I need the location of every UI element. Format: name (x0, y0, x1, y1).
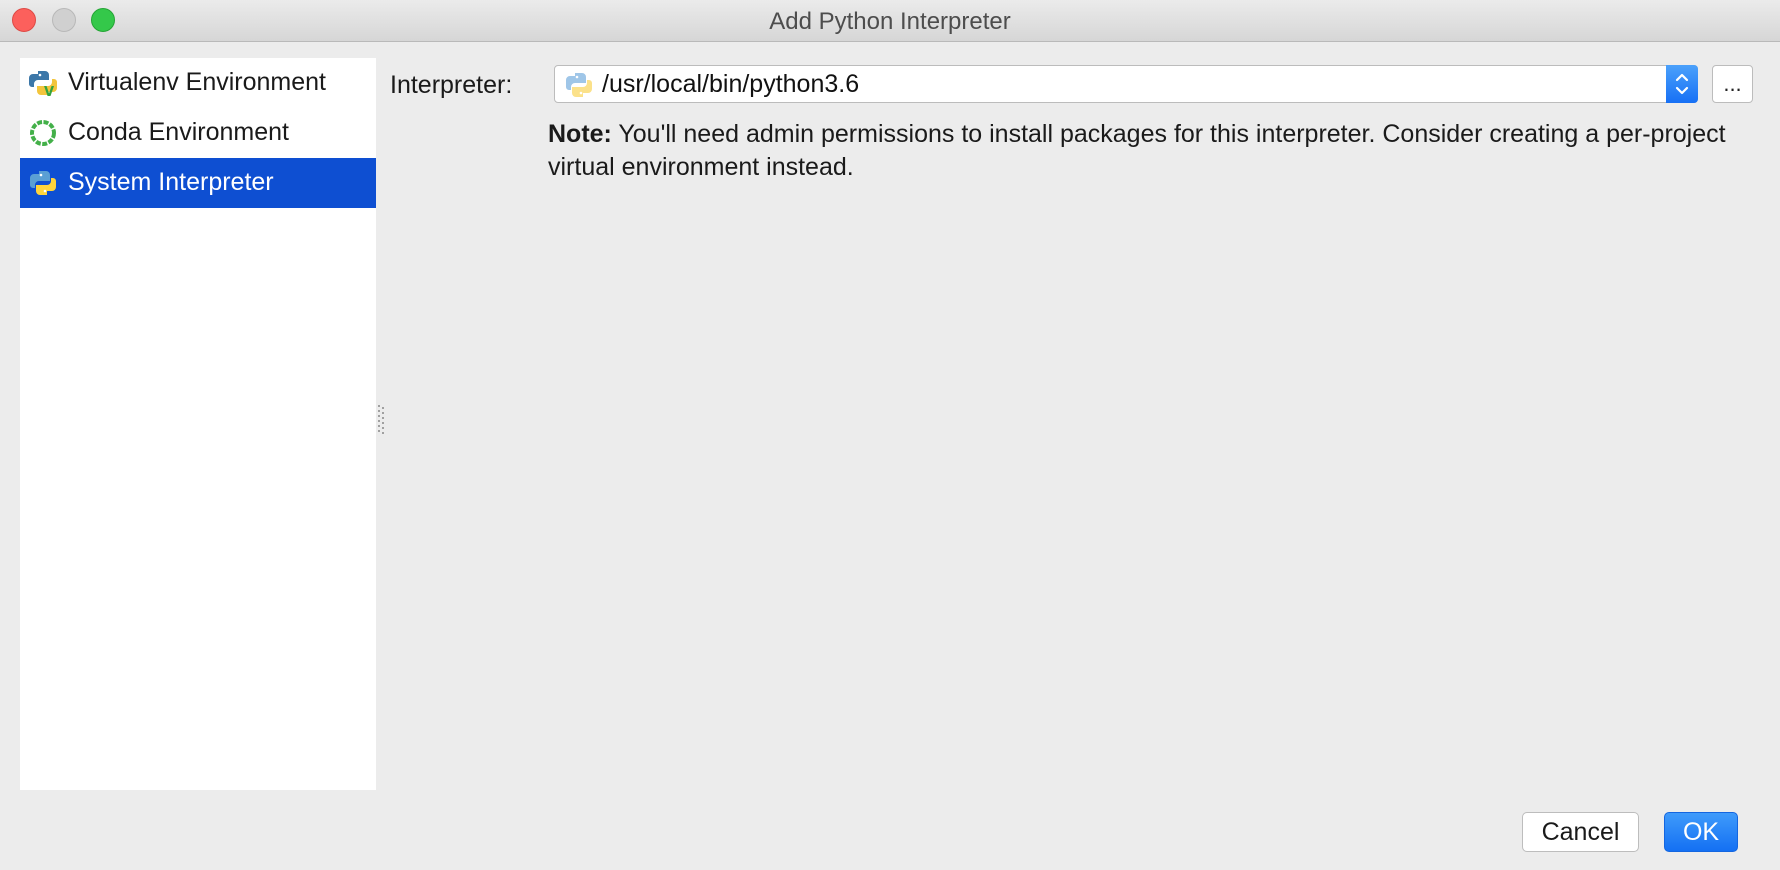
interpreter-label: Interpreter: (390, 71, 513, 99)
environment-type-list: V Virtualenv Environment Conda Environme… (20, 58, 376, 790)
sidebar-item-label: Virtualenv Environment (68, 68, 327, 96)
ok-button[interactable]: OK (1664, 812, 1738, 852)
title-bar: Add Python Interpreter (0, 0, 1780, 42)
virtualenv-icon: V (29, 69, 57, 100)
admin-permissions-note: Note: You'll need admin permissions to i… (548, 118, 1758, 184)
conda-icon (29, 119, 57, 147)
cancel-button[interactable]: Cancel (1522, 812, 1639, 852)
svg-text:V: V (44, 85, 54, 97)
chevron-up-down-icon[interactable] (1666, 65, 1698, 103)
window-title: Add Python Interpreter (769, 8, 1011, 35)
sidebar-item-system-interpreter[interactable]: System Interpreter (20, 158, 376, 208)
sidebar-item-virtualenv[interactable]: V Virtualenv Environment (20, 58, 376, 108)
browse-interpreter-button[interactable]: ... (1712, 65, 1753, 103)
interpreter-select[interactable]: /usr/local/bin/python3.6 (554, 65, 1698, 103)
note-text: You'll need admin permissions to install… (548, 120, 1726, 181)
add-python-interpreter-dialog: Add Python Interpreter V Virtualenv Envi… (0, 0, 1780, 870)
sidebar-item-conda[interactable]: Conda Environment (20, 108, 376, 158)
sidebar-item-label: System Interpreter (68, 168, 274, 196)
splitter-handle[interactable] (378, 405, 384, 437)
python-icon (29, 169, 57, 197)
python-icon (565, 71, 593, 99)
interpreter-path: /usr/local/bin/python3.6 (602, 70, 860, 98)
note-heading: Note: (548, 120, 612, 148)
sidebar-item-label: Conda Environment (68, 118, 289, 146)
